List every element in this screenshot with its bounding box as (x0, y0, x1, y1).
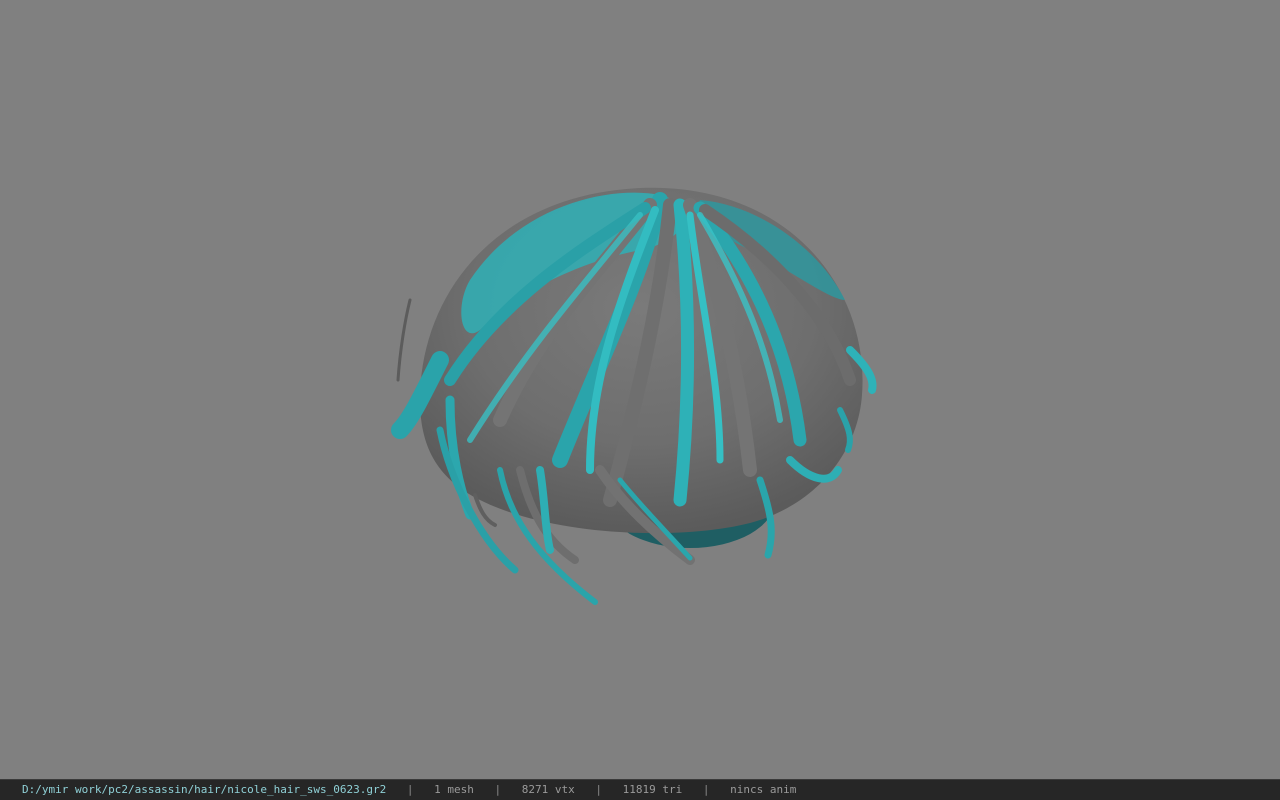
anim-status: nincs anim (730, 783, 797, 796)
separator: | (595, 783, 602, 796)
status-bar: D:/ymir work/pc2/assassin/hair/nicole_ha… (0, 779, 1280, 800)
file-path: D:/ymir work/pc2/assassin/hair/nicole_ha… (22, 783, 387, 796)
separator: | (406, 783, 414, 796)
hair-model-render[interactable] (0, 0, 1280, 779)
separator: | (702, 783, 710, 796)
separator: | (494, 783, 502, 796)
vertex-count: 8271 vtx (521, 783, 575, 796)
triangle-count: 11819 tri (622, 783, 683, 796)
3d-viewport[interactable] (0, 0, 1280, 779)
mesh-count: 1 mesh (434, 783, 474, 796)
